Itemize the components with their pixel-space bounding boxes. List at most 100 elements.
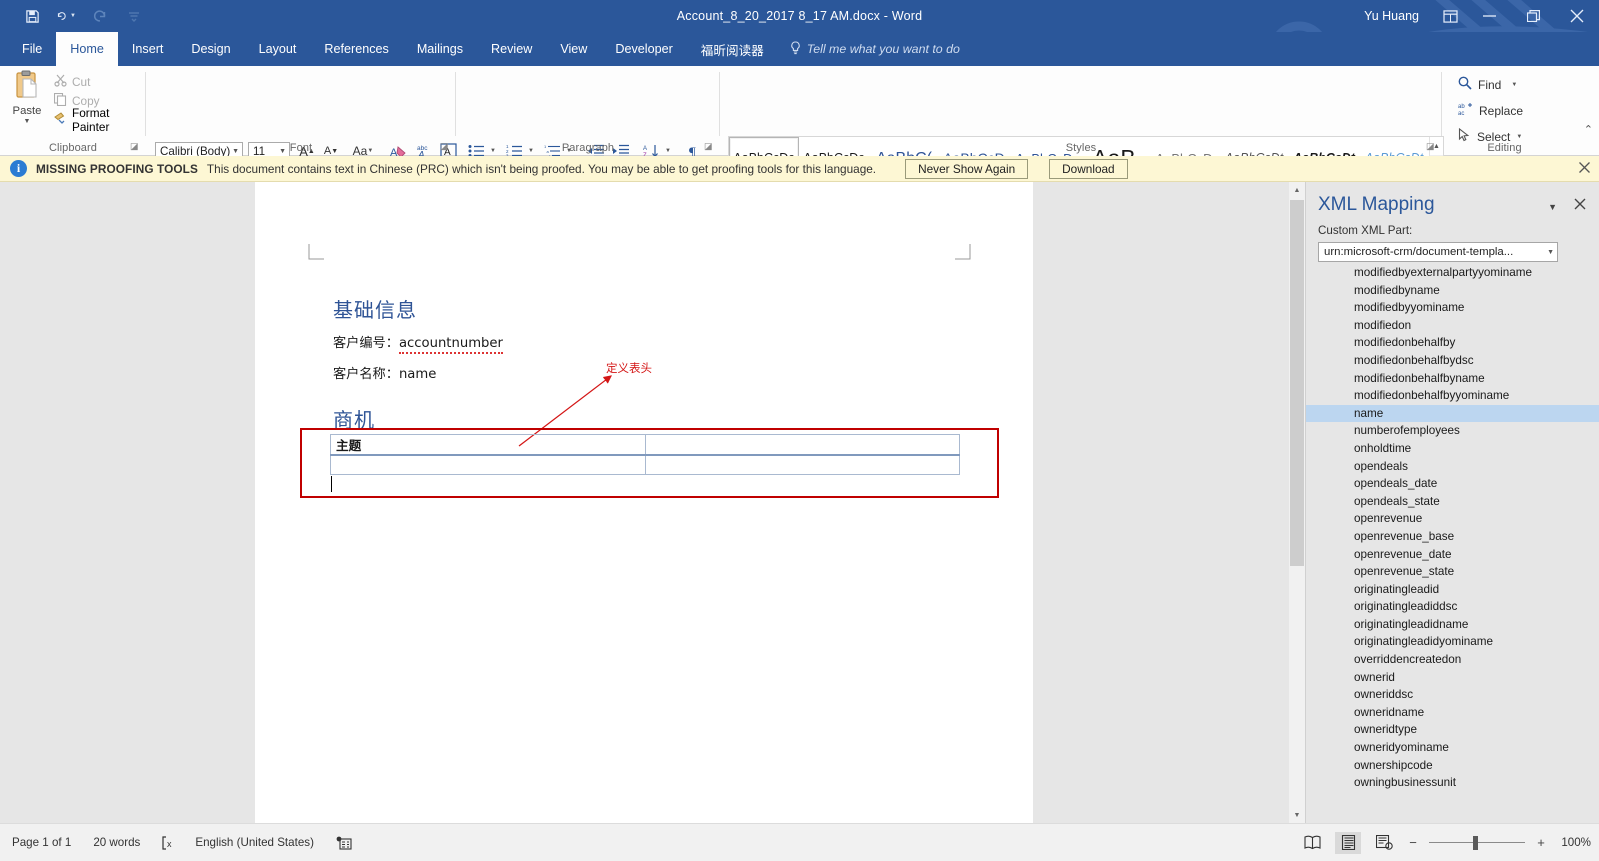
collapse-ribbon-icon[interactable]: ⌃ bbox=[1584, 123, 1593, 136]
xml-list-item[interactable]: opendeals bbox=[1306, 458, 1599, 476]
scroll-down-icon[interactable]: ▼ bbox=[1289, 807, 1305, 823]
font-dialog-launcher[interactable]: ◪ bbox=[440, 141, 452, 153]
xml-list-item[interactable]: owneridtype bbox=[1306, 721, 1599, 739]
cut-button[interactable]: Cut bbox=[52, 72, 146, 91]
xml-list-item[interactable]: openrevenue bbox=[1306, 510, 1599, 528]
web-layout-view-icon[interactable] bbox=[1371, 832, 1397, 854]
paste-button[interactable]: Paste ▼ bbox=[6, 70, 48, 125]
ribbon-display-options-icon[interactable] bbox=[1433, 0, 1467, 32]
tab-home[interactable]: Home bbox=[56, 32, 118, 66]
document-vertical-scrollbar[interactable]: ▲ ▼ bbox=[1289, 182, 1305, 823]
zoom-slider[interactable] bbox=[1429, 835, 1525, 850]
title-bar: ▼ Account_8_20_2017 8_17 AM.docx - Word … bbox=[0, 0, 1599, 66]
xml-list-item[interactable]: opendeals_date bbox=[1306, 475, 1599, 493]
opportunity-table[interactable]: 主题 bbox=[330, 434, 960, 475]
info-icon: i bbox=[10, 160, 27, 177]
account-user-name[interactable]: Yu Huang bbox=[1364, 9, 1419, 23]
status-page-number[interactable]: Page 1 of 1 bbox=[12, 836, 71, 849]
xml-list-item[interactable]: owneridyominame bbox=[1306, 739, 1599, 757]
xml-list-item[interactable]: ownershipcode bbox=[1306, 757, 1599, 775]
svg-text:ab: ab bbox=[1458, 104, 1465, 110]
tab-foxit-reader[interactable]: 福昕阅读器 bbox=[687, 32, 778, 66]
xml-element-list[interactable]: modifiedbyexternalpartyyominame modifiedb… bbox=[1306, 264, 1599, 809]
paste-label: Paste bbox=[12, 105, 42, 117]
proofing-errors-icon[interactable]: x bbox=[162, 835, 177, 850]
print-layout-view-icon[interactable] bbox=[1335, 831, 1361, 854]
xml-list-item[interactable]: openrevenue_state bbox=[1306, 563, 1599, 581]
table-header-cell-subject[interactable]: 主题 bbox=[330, 434, 646, 456]
document-page[interactable]: 基础信息 客户编号：accountnumber 客户名称：name 商机 定义表… bbox=[255, 182, 1033, 823]
xml-list-item[interactable]: originatingleadid bbox=[1306, 581, 1599, 599]
xml-list-item[interactable]: modifiedbyyominame bbox=[1306, 299, 1599, 317]
clipboard-commands: Cut Copy Format Painter bbox=[52, 72, 146, 134]
close-message-bar-icon[interactable] bbox=[1579, 161, 1590, 176]
tab-insert[interactable]: Insert bbox=[118, 32, 178, 66]
clipboard-dialog-launcher[interactable]: ◪ bbox=[130, 141, 142, 153]
xml-list-item[interactable]: opendeals_state bbox=[1306, 493, 1599, 511]
table-header-cell-empty[interactable] bbox=[644, 434, 960, 456]
xml-list-item[interactable]: owningbusinessunit bbox=[1306, 774, 1599, 792]
read-mode-view-icon[interactable] bbox=[1299, 832, 1325, 854]
restore-icon[interactable] bbox=[1511, 0, 1555, 32]
xml-list-item[interactable]: numberofemployees bbox=[1306, 422, 1599, 440]
xml-list-item[interactable]: openrevenue_date bbox=[1306, 546, 1599, 564]
zoom-in-button[interactable]: + bbox=[1535, 835, 1547, 850]
xml-list-item[interactable]: modifiedonbehalfbyyominame bbox=[1306, 387, 1599, 405]
minimize-icon[interactable] bbox=[1467, 0, 1511, 32]
xml-list-item[interactable]: modifiedbyexternalpartyyominame bbox=[1306, 264, 1599, 282]
tab-developer[interactable]: Developer bbox=[601, 32, 686, 66]
scrollbar-thumb[interactable] bbox=[1290, 200, 1304, 566]
xml-list-item[interactable]: onholdtime bbox=[1306, 440, 1599, 458]
custom-xml-part-combo[interactable]: urn:microsoft-crm/document-templa... ▼ bbox=[1318, 242, 1558, 262]
xml-list-item[interactable]: originatingleadiddsc bbox=[1306, 598, 1599, 616]
xml-list-item[interactable]: openrevenue_base bbox=[1306, 528, 1599, 546]
find-chevron-icon[interactable]: ▼ bbox=[1511, 82, 1517, 88]
task-pane-close-icon[interactable] bbox=[1574, 197, 1586, 214]
zoom-out-button[interactable]: − bbox=[1407, 835, 1419, 850]
tab-layout[interactable]: Layout bbox=[245, 32, 311, 66]
table-cell[interactable] bbox=[644, 454, 960, 475]
xml-list-item[interactable]: modifiedonbehalfbyname bbox=[1306, 370, 1599, 388]
close-icon[interactable] bbox=[1555, 0, 1599, 32]
zoom-level-value[interactable]: 100% bbox=[1557, 836, 1591, 849]
styles-dialog-launcher[interactable]: ◪ bbox=[1426, 141, 1438, 153]
zoom-slider-thumb[interactable] bbox=[1473, 835, 1478, 850]
replace-button[interactable]: ab ac Replace bbox=[1458, 100, 1523, 121]
tab-file[interactable]: File bbox=[8, 32, 56, 66]
xml-list-item[interactable]: originatingleadidname bbox=[1306, 616, 1599, 634]
select-chevron-icon[interactable]: ▼ bbox=[1516, 134, 1522, 140]
never-show-again-button[interactable]: Never Show Again bbox=[905, 158, 1029, 179]
find-button[interactable]: Find ▼ bbox=[1458, 74, 1523, 95]
record-macro-icon[interactable] bbox=[336, 836, 352, 850]
document-text-body[interactable]: 基础信息 客户编号：accountnumber 客户名称：name 商机 定义表… bbox=[255, 182, 1033, 823]
tab-references[interactable]: References bbox=[310, 32, 402, 66]
editing-group-label: Editing bbox=[1487, 142, 1522, 154]
xml-list-item[interactable]: owneriddsc bbox=[1306, 686, 1599, 704]
xml-list-item[interactable]: overriddencreatedon bbox=[1306, 651, 1599, 669]
find-label: Find bbox=[1478, 77, 1502, 92]
xml-list-item[interactable]: name bbox=[1306, 404, 1599, 423]
text-cursor bbox=[331, 476, 332, 492]
table-cell[interactable] bbox=[330, 454, 646, 475]
xml-list-item[interactable]: modifiedbyname bbox=[1306, 282, 1599, 300]
xml-list-item[interactable]: modifiedonbehalfbydsc bbox=[1306, 352, 1599, 370]
task-pane-options-icon[interactable]: ▼ bbox=[1548, 202, 1557, 212]
ribbon-group-font: Calibri (Body) ▼ 11 ▼ A ▲ A ▼ Aa ▼ A abc A … bbox=[146, 66, 472, 192]
scissors-icon bbox=[54, 74, 67, 90]
xml-list-item[interactable]: originatingleadidyominame bbox=[1306, 633, 1599, 651]
tab-mailings[interactable]: Mailings bbox=[403, 32, 477, 66]
status-language[interactable]: English (United States) bbox=[195, 836, 314, 849]
xml-list-item[interactable]: modifiedonbehalfby bbox=[1306, 334, 1599, 352]
xml-list-item[interactable]: ownerid bbox=[1306, 669, 1599, 687]
scroll-up-icon[interactable]: ▲ bbox=[1289, 182, 1305, 198]
format-painter-button[interactable]: Format Painter bbox=[52, 106, 146, 134]
tab-design[interactable]: Design bbox=[177, 32, 244, 66]
tell-me-search[interactable]: Tell me what you want to do bbox=[778, 32, 972, 66]
xml-list-item[interactable]: owneridname bbox=[1306, 704, 1599, 722]
paragraph-dialog-launcher[interactable]: ◪ bbox=[704, 141, 716, 153]
download-button[interactable]: Download bbox=[1049, 158, 1128, 179]
tab-view[interactable]: View bbox=[546, 32, 601, 66]
xml-list-item[interactable]: modifiedon bbox=[1306, 317, 1599, 335]
status-word-count[interactable]: 20 words bbox=[93, 836, 140, 849]
tab-review[interactable]: Review bbox=[477, 32, 546, 66]
